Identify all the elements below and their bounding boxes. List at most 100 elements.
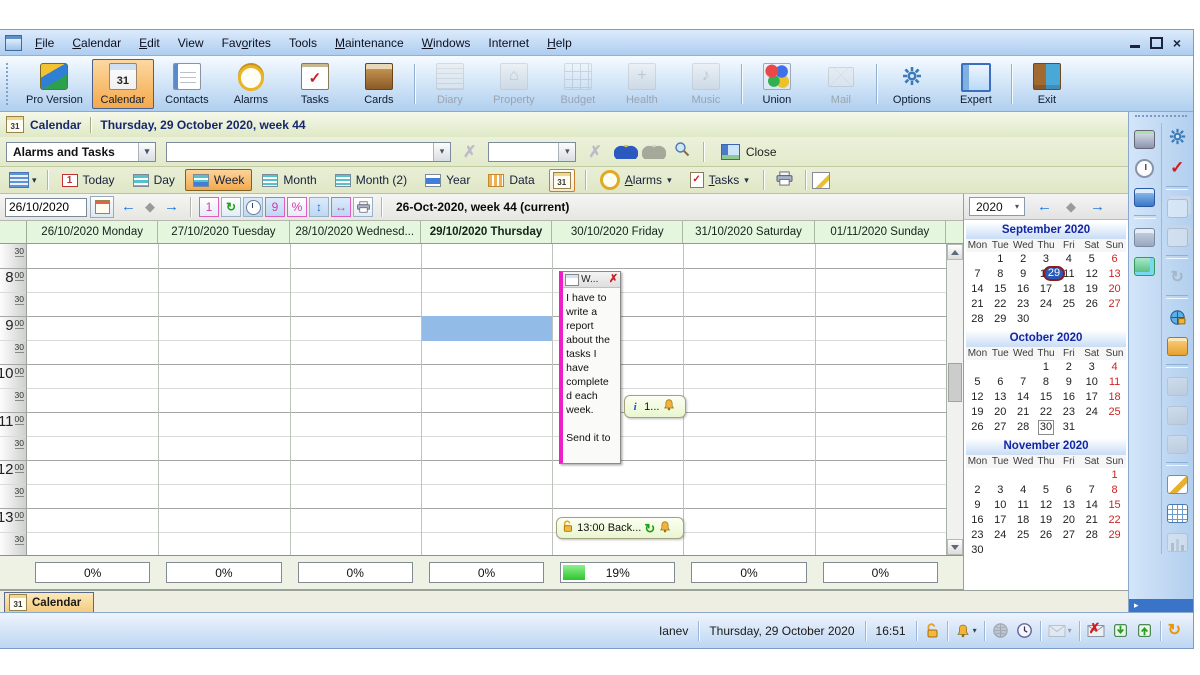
mini-calendar-day[interactable]: 25 xyxy=(1103,405,1126,420)
search-combo[interactable]: ▾ xyxy=(166,142,451,162)
rail-services-button[interactable] xyxy=(1164,127,1190,151)
magnifier-icon[interactable] xyxy=(674,141,690,162)
grid-row[interactable] xyxy=(27,388,946,412)
grid-row[interactable] xyxy=(27,532,946,556)
mini-calendar-day[interactable]: 14 xyxy=(966,282,989,297)
mini-calendar-day[interactable]: 2 xyxy=(1012,252,1035,267)
mini-calendar-day[interactable]: 25 xyxy=(1057,297,1080,312)
mini-calendar-day[interactable]: 16 xyxy=(966,513,989,528)
status-unlock-icon[interactable] xyxy=(924,623,940,639)
mini-calendar-day[interactable]: 28 xyxy=(966,312,989,327)
toolbar-tasks-button[interactable]: ✓Tasks xyxy=(284,59,346,109)
scrollbar-thumb[interactable] xyxy=(948,363,962,402)
menu-maintenance[interactable]: Maintenance xyxy=(326,33,413,53)
toolbar-alarms-button[interactable]: Alarms xyxy=(220,59,282,109)
mini-calendar-day[interactable]: 30 xyxy=(1012,312,1035,327)
view-today-button[interactable]: 1Today xyxy=(54,169,123,191)
hours-9-button[interactable]: 9 xyxy=(265,197,285,217)
day-header[interactable]: 01/11/2020 Sunday xyxy=(815,221,946,243)
menu-windows[interactable]: Windows xyxy=(413,33,480,53)
mini-calendar-day[interactable]: 20 xyxy=(989,405,1012,420)
rail-world-clock-button[interactable] xyxy=(1132,156,1158,180)
mini-calendar-day[interactable]: 6 xyxy=(989,375,1012,390)
mini-calendar-day[interactable]: 9 xyxy=(1057,375,1080,390)
grid-row[interactable] xyxy=(27,412,946,436)
week-grid[interactable]: 308003090030100030110030120030130030 W..… xyxy=(0,244,963,556)
rail-spellcheck-button[interactable]: ✓ xyxy=(1164,156,1190,180)
day-header[interactable]: 28/10/2020 Wednesd... xyxy=(290,221,421,243)
mini-calendar-day[interactable]: 5 xyxy=(1035,483,1058,498)
mini-calendar-day[interactable]: 10 xyxy=(989,498,1012,513)
find-icon[interactable] xyxy=(614,144,638,159)
mini-calendar-day[interactable]: 20 xyxy=(1057,513,1080,528)
print-view-button[interactable] xyxy=(353,197,373,217)
journal-edit-icon[interactable] xyxy=(812,172,830,189)
next-week-icon[interactable]: → xyxy=(160,198,183,216)
mini-calendar-day[interactable]: 29 xyxy=(989,312,1012,327)
mini-calendar-day[interactable]: 15 xyxy=(1035,390,1058,405)
mini-calendar-day[interactable]: 15 xyxy=(1103,498,1126,513)
mini-calendar-day[interactable]: 18 xyxy=(1012,513,1035,528)
mini-calendar-day[interactable]: 19 xyxy=(1035,513,1058,528)
mini-calendar-day[interactable]: 4 xyxy=(1057,252,1080,267)
toolbar-exit-button[interactable]: Exit xyxy=(1016,59,1078,109)
clear-category-icon[interactable]: ✗ xyxy=(580,142,609,162)
restore-icon[interactable] xyxy=(1150,37,1163,49)
status-export-icon[interactable] xyxy=(1136,622,1153,639)
goto-current-icon[interactable]: ◆ xyxy=(143,199,157,215)
mini-calendar-day[interactable]: 5 xyxy=(1080,252,1103,267)
event-info[interactable]: i 1... xyxy=(624,395,686,418)
mini-calendar-day[interactable]: 14 xyxy=(1012,390,1035,405)
status-import-icon[interactable] xyxy=(1112,622,1129,639)
grid-row[interactable] xyxy=(27,460,946,484)
scroll-up-icon[interactable] xyxy=(947,244,963,260)
mini-calendar-day[interactable]: 26 xyxy=(1035,528,1058,543)
mini-calendar-day[interactable]: 17 xyxy=(989,513,1012,528)
mini-calendar-day[interactable]: 26 xyxy=(1080,297,1103,312)
mini-calendar-day[interactable]: 21 xyxy=(966,297,989,312)
mini-calendar-day[interactable]: 18 xyxy=(1103,390,1126,405)
mini-calendar-day[interactable]: 12 xyxy=(966,390,989,405)
mini-calendar-day[interactable]: 1 xyxy=(989,252,1012,267)
mini-calendar-day[interactable]: 28 xyxy=(1080,528,1103,543)
selected-timeslot[interactable] xyxy=(421,316,552,341)
mini-calendar-day[interactable]: 4 xyxy=(1012,483,1035,498)
mini-calendar-day[interactable]: 6 xyxy=(1057,483,1080,498)
bottom-tab-calendar[interactable]: 31 Calendar xyxy=(4,592,94,614)
toolbar-union-button[interactable]: Union xyxy=(746,59,808,109)
view-menu-button[interactable]: ▾ xyxy=(5,170,41,190)
mini-calendar-day[interactable]: 27 xyxy=(1103,297,1126,312)
mini-calendar-day[interactable]: 31 xyxy=(1057,420,1080,435)
scroll-down-icon[interactable] xyxy=(947,539,963,555)
mini-calendar-day[interactable]: 10 xyxy=(1080,375,1103,390)
status-mail-blocked-icon[interactable]: ✗ xyxy=(1087,624,1105,638)
toolbar-calendar-button[interactable]: 31Calendar xyxy=(92,59,154,109)
date-picker-button[interactable] xyxy=(90,196,114,218)
rail-web-sync-button[interactable] xyxy=(1164,305,1190,329)
rail-table-view-button[interactable] xyxy=(1164,501,1190,525)
goto-date-button[interactable]: 31 xyxy=(549,169,575,192)
rail-export-folder-button[interactable] xyxy=(1164,334,1190,358)
next-year-icon[interactable]: → xyxy=(1086,198,1109,216)
category-combo[interactable]: ▾ xyxy=(488,142,576,162)
mini-calendar-day[interactable]: 1 xyxy=(1103,468,1126,483)
mini-calendar-day[interactable]: 23 xyxy=(966,528,989,543)
mini-calendar-day[interactable]: 8 xyxy=(1103,483,1126,498)
date-input[interactable] xyxy=(5,198,87,217)
mini-calendar-day[interactable]: 16 xyxy=(1012,282,1035,297)
mini-calendar-day[interactable]: 22 xyxy=(1035,405,1058,420)
mini-calendar-day[interactable]: 8 xyxy=(989,267,1012,282)
rail-pda-button[interactable] xyxy=(1132,127,1158,151)
percent-indicators-button[interactable]: % xyxy=(287,197,307,217)
mini-calendar-day[interactable]: 29 xyxy=(1043,266,1064,281)
rail-calendar-panel-button[interactable] xyxy=(1132,185,1158,209)
day-header[interactable]: 27/10/2020 Tuesday xyxy=(158,221,289,243)
prev-year-icon[interactable]: ← xyxy=(1033,198,1056,216)
mini-calendar-day[interactable]: 3 xyxy=(989,483,1012,498)
mini-calendar-day[interactable]: 12 xyxy=(1080,267,1103,282)
menu-internet[interactable]: Internet xyxy=(479,33,538,53)
mini-calendar-day[interactable]: 22 xyxy=(1103,513,1126,528)
menu-help[interactable]: Help xyxy=(538,33,581,53)
view-month-button[interactable]: Month xyxy=(254,169,324,191)
mini-calendar-day[interactable]: 17 xyxy=(1080,390,1103,405)
